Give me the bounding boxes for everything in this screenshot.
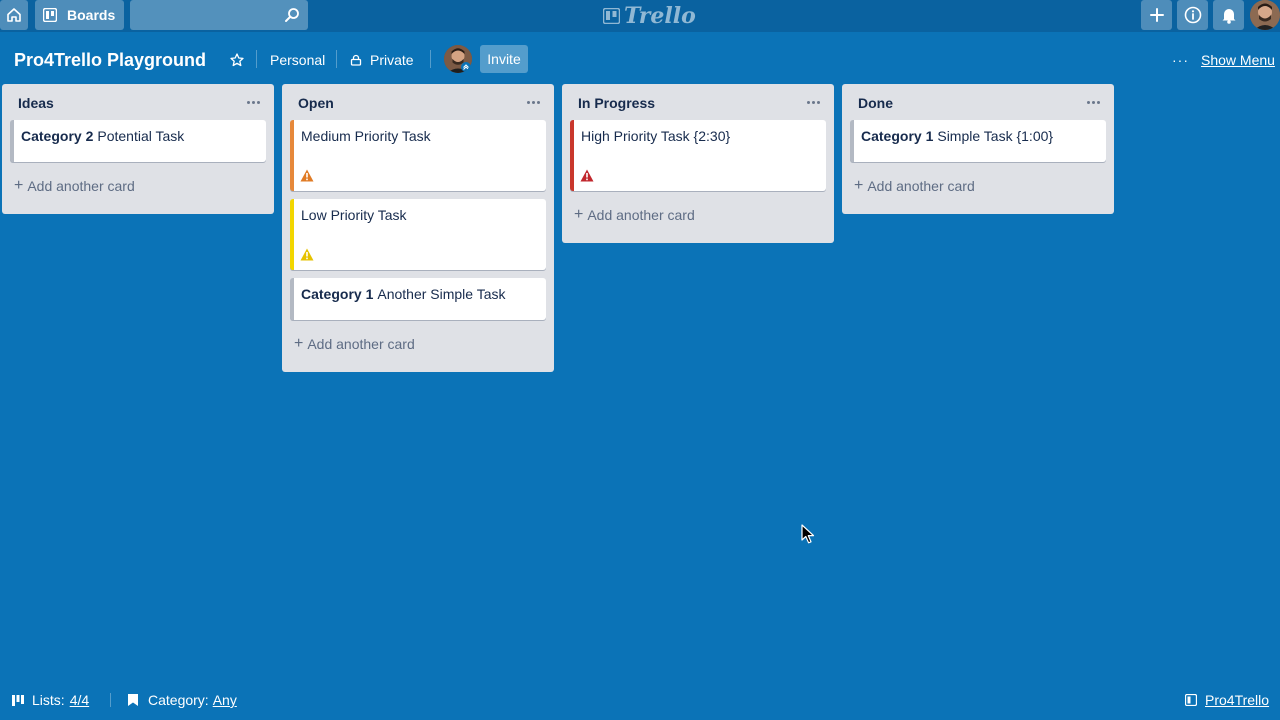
card[interactable]: High Priority Task {2:30} [570, 120, 826, 191]
bookmark-icon [128, 694, 138, 706]
add-card-button[interactable]: + Add another card [10, 170, 266, 202]
card[interactable]: Category 1 Another Simple Task [290, 278, 546, 320]
boards-label: Boards [67, 7, 116, 23]
plus-icon: + [14, 177, 24, 194]
card[interactable]: Category 1 Simple Task {1:00} [850, 120, 1106, 162]
list-header: Ideas [2, 84, 274, 120]
plus-icon: + [854, 177, 864, 194]
lists-filter-value[interactable]: 4/4 [70, 692, 89, 708]
show-menu-label: Show Menu [1201, 52, 1275, 68]
add-card-label: Add another card [867, 178, 975, 194]
footer-divider [110, 693, 111, 707]
pro4trello-link[interactable]: Pro4Trello [1185, 690, 1269, 710]
list-menu-icon[interactable] [1084, 92, 1102, 112]
list-in-progress[interactable]: In Progress High Priority Task {2:30} + … [562, 84, 834, 243]
add-card-button[interactable]: + Add another card [290, 328, 546, 360]
add-card-label: Add another card [307, 336, 415, 352]
add-card-label: Add another card [587, 207, 695, 223]
list-header: Done [842, 84, 1114, 120]
lock-icon [350, 54, 362, 66]
list-ideas[interactable]: Ideas Category 2 Potential Task + Add ano… [2, 84, 274, 214]
list-header: Open [282, 84, 554, 120]
bell-icon [1222, 9, 1235, 24]
list-menu-icon[interactable] [804, 92, 822, 112]
show-menu-button[interactable]: ··· Show Menu [1172, 46, 1275, 74]
card-title: Low Priority Task [301, 207, 407, 223]
mouse-cursor-icon [801, 524, 815, 544]
list-title[interactable]: In Progress [578, 95, 655, 111]
add-card-label: Add another card [27, 178, 135, 194]
home-button[interactable] [0, 0, 28, 30]
member-avatar[interactable] [444, 45, 472, 73]
list-done[interactable]: Done Category 1 Simple Task {1:00} + Add … [842, 84, 1114, 214]
plus-icon: + [294, 335, 304, 352]
header-divider [430, 50, 431, 68]
lists-filter[interactable]: Lists: 4/4 [12, 690, 89, 710]
card-title: Medium Priority Task [301, 128, 431, 144]
top-header: Boards Trello [0, 0, 1280, 32]
add-card-button[interactable]: + Add another card [570, 199, 826, 231]
trello-logo[interactable]: Trello [603, 3, 696, 29]
member-avatar-image [444, 45, 472, 73]
trello-logo-text: Trello [624, 3, 696, 29]
warning-icon [300, 248, 314, 261]
more-icon: ··· [1172, 52, 1189, 68]
book-icon [1185, 694, 1197, 706]
star-icon [230, 53, 244, 67]
trello-logo-icon [603, 8, 620, 24]
card[interactable]: Low Priority Task [290, 199, 546, 270]
card-category: Category 1 [861, 128, 934, 144]
card[interactable]: Medium Priority Task [290, 120, 546, 191]
header-divider [256, 50, 257, 68]
info-button[interactable] [1177, 0, 1208, 30]
header-divider [336, 50, 337, 68]
list-title[interactable]: Done [858, 95, 893, 111]
search-icon [285, 8, 299, 22]
list-title[interactable]: Open [298, 95, 334, 111]
star-board-button[interactable] [228, 46, 246, 74]
list-menu-icon[interactable] [524, 92, 542, 112]
category-filter[interactable]: Category: Any [128, 690, 237, 710]
category-filter-label: Category: [148, 692, 209, 708]
search-input[interactable] [130, 0, 308, 30]
warning-icon [580, 169, 594, 182]
create-button[interactable] [1141, 0, 1172, 30]
privacy-label: Private [370, 52, 414, 68]
boards-button[interactable]: Boards [35, 0, 124, 30]
team-visibility-label: Personal [270, 52, 326, 68]
board-title[interactable]: Pro4Trello Playground [14, 48, 206, 72]
home-icon [7, 8, 21, 22]
list-title[interactable]: Ideas [18, 95, 54, 111]
team-visibility-button[interactable]: Personal [270, 46, 325, 74]
card-title: High Priority Task {2:30} [581, 128, 731, 144]
list-menu-icon[interactable] [244, 92, 262, 112]
plus-icon: + [574, 206, 584, 223]
pro4trello-label: Pro4Trello [1205, 692, 1270, 708]
lists-filter-label: Lists: [32, 692, 65, 708]
info-icon [1184, 6, 1201, 24]
privacy-button[interactable]: Private [350, 46, 414, 74]
warning-icon [300, 169, 314, 182]
lists-icon [12, 694, 24, 706]
list-header: In Progress [562, 84, 834, 120]
card[interactable]: Category 2 Potential Task [10, 120, 266, 162]
notifications-button[interactable] [1213, 0, 1244, 30]
card-title: Potential Task [97, 128, 185, 144]
user-avatar-image [1250, 0, 1280, 30]
plus-icon [1149, 8, 1164, 22]
list-open[interactable]: Open Medium Priority Task Low Priority T… [282, 84, 554, 372]
user-avatar[interactable] [1250, 0, 1280, 30]
card-category: Category 2 [21, 128, 94, 144]
card-category: Category 1 [301, 286, 374, 302]
card-title: Another Simple Task [377, 286, 506, 302]
board-icon [43, 8, 57, 22]
category-filter-value[interactable]: Any [213, 692, 237, 708]
add-card-button[interactable]: + Add another card [850, 170, 1106, 202]
card-title: Simple Task {1:00} [937, 128, 1054, 144]
invite-button[interactable]: Invite [480, 45, 528, 73]
